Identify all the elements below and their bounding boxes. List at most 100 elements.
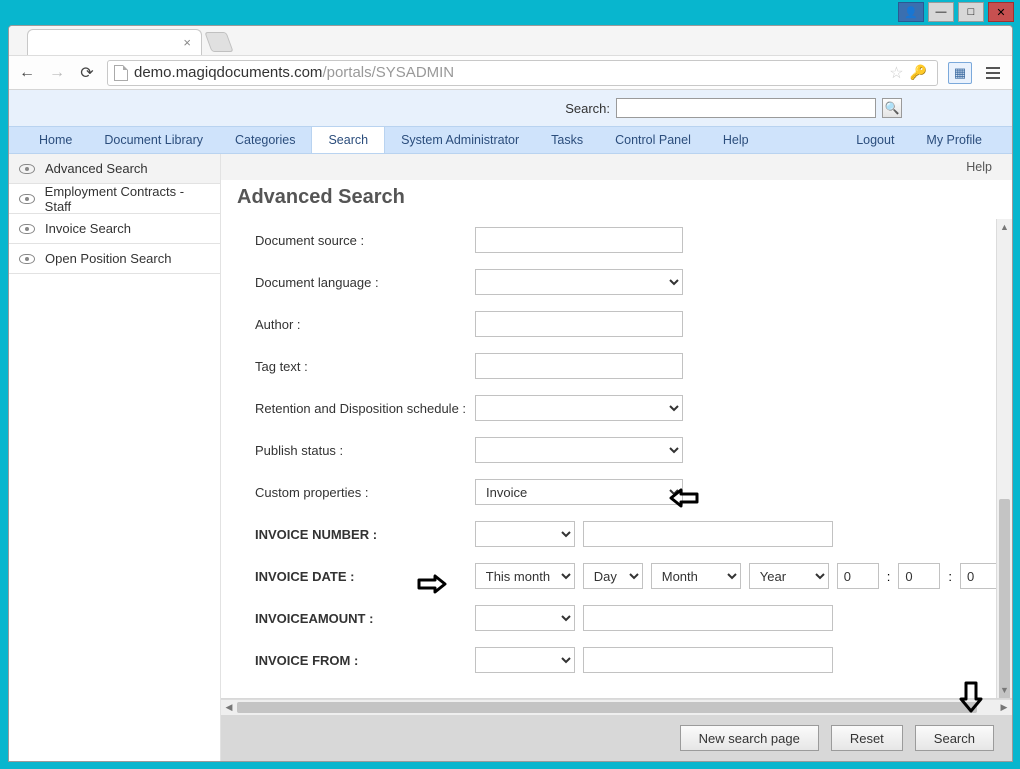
nav-categories[interactable]: Categories (219, 127, 311, 153)
search-icon: 🔍 (885, 101, 900, 115)
help-link[interactable]: Help (966, 160, 992, 174)
label-custom-properties: Custom properties : (255, 485, 475, 500)
document-source-input[interactable] (475, 227, 683, 253)
invoice-date-hour-input[interactable] (837, 563, 879, 589)
scroll-up-icon[interactable]: ▲ (997, 219, 1012, 235)
label-document-source: Document source : (255, 233, 475, 248)
close-icon[interactable]: × (183, 35, 191, 50)
invoice-date-min-input[interactable] (898, 563, 940, 589)
url-text: demo.magiqdocuments.com/portals/SYSADMIN (134, 64, 887, 81)
back-button[interactable]: ← (17, 63, 37, 83)
action-footer: New search page Reset Search (221, 715, 1012, 761)
extension-button[interactable]: ▦ (948, 62, 972, 84)
label-tag-text: Tag text : (255, 359, 475, 374)
eye-icon (19, 224, 35, 234)
nav-tasks[interactable]: Tasks (535, 127, 599, 153)
help-bar: Help (221, 154, 1012, 180)
sidebar-item-label: Open Position Search (45, 251, 171, 266)
sidebar-item-label: Employment Contracts - Staff (45, 184, 210, 214)
sidebar-item-invoice-search[interactable]: Invoice Search (9, 214, 220, 244)
sidebar-item-label: Advanced Search (45, 161, 148, 176)
invoice-date-year-select[interactable]: Year (749, 563, 829, 589)
form-area: Document source : Document language : Au… (221, 219, 1012, 699)
eye-icon (19, 164, 35, 174)
label-invoice-amount: INVOICEAMOUNT : (255, 611, 475, 626)
browser-tab[interactable]: × (27, 29, 202, 55)
invoice-date-day-select[interactable]: Day (583, 563, 643, 589)
global-search-label: Search: (565, 101, 610, 116)
os-close-button[interactable]: ✕ (988, 2, 1014, 22)
invoice-from-op-select[interactable] (475, 647, 575, 673)
tag-text-input[interactable] (475, 353, 683, 379)
new-search-page-button[interactable]: New search page (680, 725, 819, 751)
os-titlebar: 👤 — □ ✕ (898, 2, 1014, 22)
browser-window: × ← → ⟳ demo.magiqdocuments.com/portals/… (8, 25, 1013, 762)
address-bar[interactable]: demo.magiqdocuments.com/portals/SYSADMIN… (107, 60, 938, 86)
label-document-language: Document language : (255, 275, 475, 290)
nav-my-profile[interactable]: My Profile (910, 127, 998, 153)
document-language-select[interactable] (475, 269, 683, 295)
invoice-from-input[interactable] (583, 647, 833, 673)
custom-properties-select[interactable]: Invoice (475, 479, 683, 505)
scroll-left-icon[interactable]: ◀ (221, 702, 237, 713)
horizontal-scrollbar[interactable]: ◀ ▶ (221, 699, 1012, 715)
invoice-number-input[interactable] (583, 521, 833, 547)
nav-document-library[interactable]: Document Library (88, 127, 219, 153)
scroll-thumb[interactable] (999, 499, 1010, 699)
bookmark-icon[interactable]: ☆ (889, 63, 903, 83)
nav-home[interactable]: Home (23, 127, 88, 153)
label-publish-status: Publish status : (255, 443, 475, 458)
nav-control-panel[interactable]: Control Panel (599, 127, 707, 153)
key-icon[interactable]: 🔑 (910, 64, 927, 81)
author-input[interactable] (475, 311, 683, 337)
global-search-row: Search: 🔍 (9, 90, 1012, 126)
browser-toolbar: ← → ⟳ demo.magiqdocuments.com/portals/SY… (9, 56, 1012, 90)
forward-button: → (47, 63, 67, 83)
label-retention-schedule: Retention and Disposition schedule : (255, 401, 475, 416)
time-colon: : (948, 569, 952, 584)
label-invoice-from: INVOICE FROM : (255, 653, 475, 668)
workarea: Advanced Search Employment Contracts - S… (9, 154, 1012, 761)
eye-icon (19, 194, 35, 204)
page-icon (114, 65, 128, 81)
nav-search[interactable]: Search (311, 127, 385, 153)
retention-schedule-select[interactable] (475, 395, 683, 421)
sidebar: Advanced Search Employment Contracts - S… (9, 154, 221, 761)
invoice-date-month-select[interactable]: Month (651, 563, 741, 589)
search-button[interactable]: Search (915, 725, 994, 751)
os-user-button[interactable]: 👤 (898, 2, 924, 22)
invoice-date-range-select[interactable]: This month (475, 563, 575, 589)
invoice-amount-input[interactable] (583, 605, 833, 631)
global-search-input[interactable] (616, 98, 876, 118)
os-minimize-button[interactable]: — (928, 2, 954, 22)
publish-status-select[interactable] (475, 437, 683, 463)
main-panel: Help Advanced Search Document source : D… (221, 154, 1012, 761)
nav-logout[interactable]: Logout (840, 127, 910, 153)
vertical-scrollbar[interactable]: ▲ ▼ (996, 219, 1012, 698)
label-invoice-date: INVOICE DATE : (255, 569, 475, 584)
nav-system-administrator[interactable]: System Administrator (385, 127, 535, 153)
reload-button[interactable]: ⟳ (77, 63, 97, 83)
menu-icon[interactable] (982, 62, 1004, 84)
sidebar-item-open-position-search[interactable]: Open Position Search (9, 244, 220, 274)
sidebar-item-advanced-search[interactable]: Advanced Search (9, 154, 220, 184)
reset-button[interactable]: Reset (831, 725, 903, 751)
browser-tabstrip: × (9, 26, 1012, 56)
scroll-right-icon[interactable]: ▶ (996, 702, 1012, 713)
os-maximize-button[interactable]: □ (958, 2, 984, 22)
label-author: Author : (255, 317, 475, 332)
main-nav: Home Document Library Categories Search … (9, 126, 1012, 154)
invoice-number-op-select[interactable] (475, 521, 575, 547)
new-tab-button[interactable] (204, 32, 233, 52)
hscroll-thumb[interactable] (237, 702, 977, 713)
nav-help[interactable]: Help (707, 127, 765, 153)
invoice-amount-op-select[interactable] (475, 605, 575, 631)
label-invoice-number: INVOICE NUMBER : (255, 527, 475, 542)
global-search-button[interactable]: 🔍 (882, 98, 902, 118)
page-title: Advanced Search (221, 180, 1012, 219)
sidebar-item-employment-contracts[interactable]: Employment Contracts - Staff (9, 184, 220, 214)
time-colon: : (887, 569, 891, 584)
scroll-down-icon[interactable]: ▼ (997, 682, 1012, 698)
app-root: Search: 🔍 Home Document Library Categori… (9, 90, 1012, 761)
eye-icon (19, 254, 35, 264)
